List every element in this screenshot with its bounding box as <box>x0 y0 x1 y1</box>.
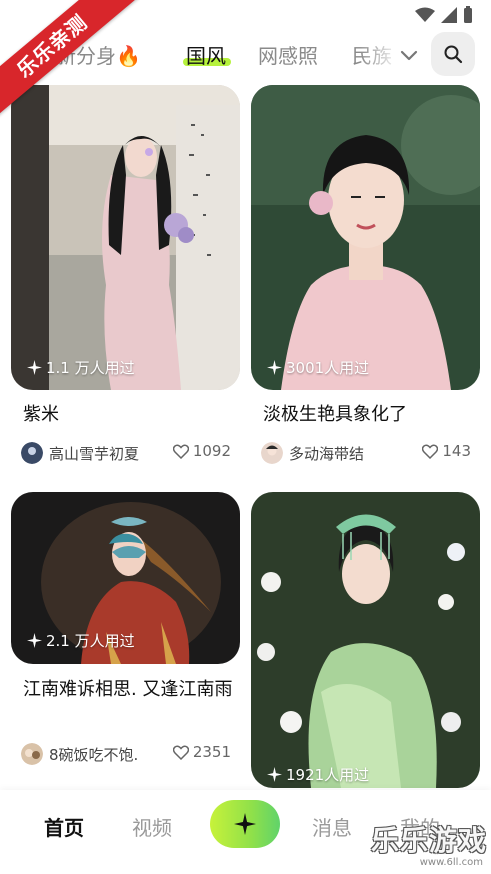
template-card[interactable]: 3001人用过 淡极生艳具象化了 多动海带结 143 <box>251 85 480 475</box>
card-image <box>11 85 240 390</box>
usage-count: 3001人用过 <box>286 359 370 377</box>
bottom-nav: 首页 视频 消息 我的 <box>0 790 491 874</box>
chevron-down-icon[interactable] <box>398 44 420 66</box>
usage-count: 1.1 万人用过 <box>46 359 135 377</box>
sparkle-icon <box>267 767 282 782</box>
card-title: 紫米 <box>23 404 59 425</box>
card-title: 淡极生艳具象化了 <box>263 404 407 425</box>
template-card[interactable]: 2.1 万人用过 江南难诉相思. 又逢江南雨 8碗饭吃不饱. 2351 <box>11 492 240 782</box>
card-image <box>251 492 480 788</box>
signal-icon <box>441 7 457 23</box>
sparkle-icon <box>27 633 42 648</box>
like-button[interactable]: 1092 <box>172 442 231 460</box>
card-title: 江南难诉相思. 又逢江南雨 <box>23 679 233 700</box>
status-bar <box>0 0 491 32</box>
avatar[interactable] <box>21 442 43 464</box>
heart-icon <box>422 444 439 459</box>
tab-guofeng[interactable]: 国风 <box>186 40 226 69</box>
heart-icon <box>172 745 189 760</box>
avatar[interactable] <box>261 442 283 464</box>
nav-messages[interactable]: 消息 <box>312 812 352 841</box>
sparkle-icon <box>27 360 42 375</box>
author-row: 高山雪芋初夏 1092 <box>21 439 231 467</box>
author-row: 多动海带结 143 <box>261 439 471 467</box>
like-button[interactable]: 143 <box>422 442 471 460</box>
author-name[interactable]: 多动海带结 <box>289 443 364 464</box>
like-count: 1092 <box>192 442 231 460</box>
nav-video[interactable]: 视频 <box>132 812 172 841</box>
card-image <box>251 85 480 390</box>
author-name[interactable]: 8碗饭吃不饱. <box>49 744 138 765</box>
search-icon <box>444 45 463 64</box>
author-name[interactable]: 高山雪芋初夏 <box>49 443 139 464</box>
like-count: 2351 <box>192 743 231 761</box>
template-card[interactable]: 1921人用过 <box>251 492 480 788</box>
sparkle-icon <box>234 813 256 835</box>
tab-wanggan[interactable]: 网感照 <box>258 40 318 69</box>
battery-icon <box>464 6 472 23</box>
like-count: 143 <box>442 442 471 460</box>
like-button[interactable]: 2351 <box>172 743 231 761</box>
heart-icon <box>172 444 189 459</box>
sparkle-icon <box>267 360 282 375</box>
template-card[interactable]: 1.1 万人用过 紫米 高山雪芋初夏 1092 <box>11 85 240 475</box>
nav-home[interactable]: 首页 <box>44 812 84 841</box>
usage-count: 1921人用过 <box>286 766 370 784</box>
usage-badge: 3001人用过 <box>267 357 369 378</box>
nav-mine[interactable]: 我的 <box>400 812 440 841</box>
usage-count: 2.1 万人用过 <box>46 632 135 650</box>
avatar[interactable] <box>21 743 43 765</box>
search-button[interactable] <box>431 32 475 76</box>
tab-latest[interactable]: 最新分身🔥 <box>36 40 141 69</box>
wifi-icon <box>415 7 435 22</box>
author-row: 8碗饭吃不饱. 2351 <box>21 740 231 768</box>
usage-badge: 1.1 万人用过 <box>27 357 135 378</box>
create-button[interactable] <box>210 800 280 848</box>
usage-badge: 1921人用过 <box>267 764 369 785</box>
tabs-fade <box>360 32 400 76</box>
usage-badge: 2.1 万人用过 <box>27 630 135 651</box>
